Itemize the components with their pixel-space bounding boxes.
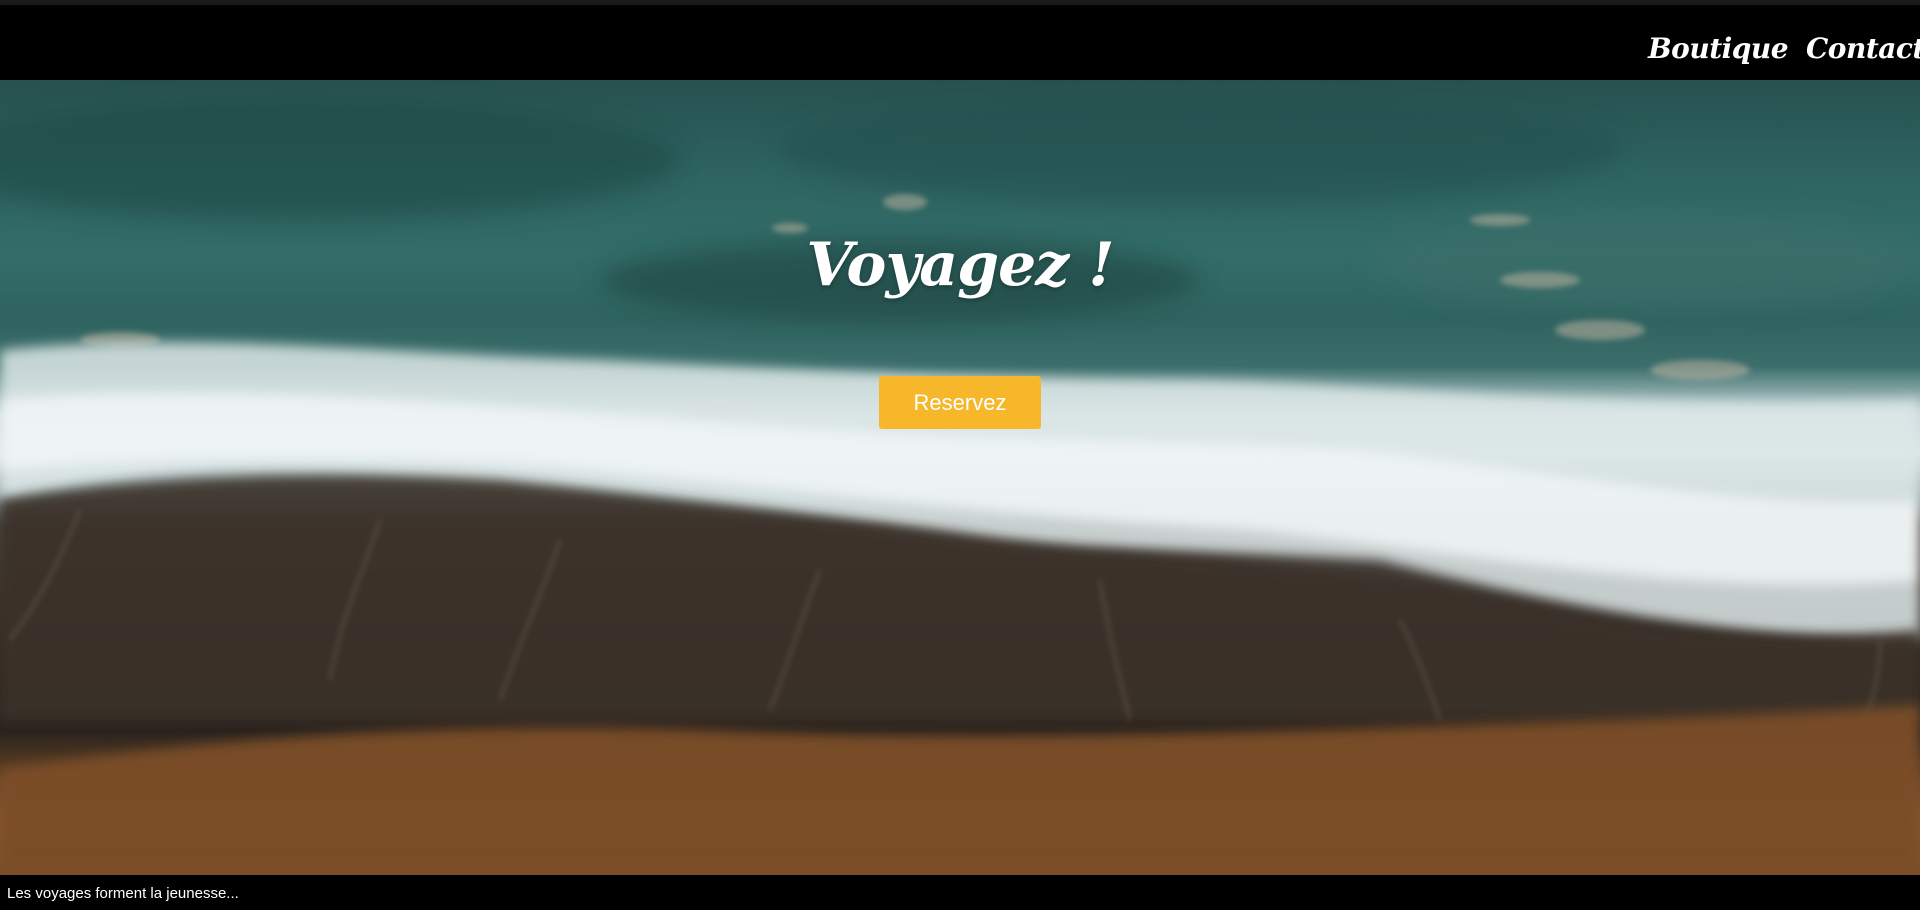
hero-section: Voyagez ! Reservez [0, 80, 1920, 875]
nav-link-boutique[interactable]: Boutique [1648, 35, 1789, 63]
hero-title: Voyagez ! [806, 230, 1114, 300]
nav-link-contact[interactable]: Contact [1806, 35, 1920, 63]
hero-background-image [0, 95, 1920, 875]
footer: Les voyages forment la jeunesse... [0, 875, 1920, 910]
navbar: Boutique Contact [0, 5, 1920, 80]
reserve-button[interactable]: Reservez [879, 376, 1041, 429]
footer-tagline: Les voyages forment la jeunesse... [7, 885, 239, 902]
